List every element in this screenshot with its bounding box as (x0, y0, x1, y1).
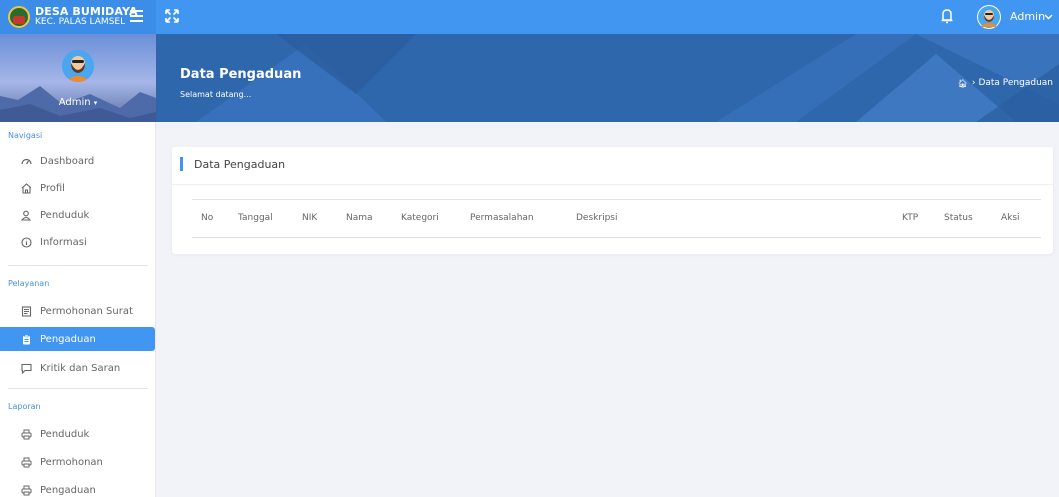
clipboard-icon (20, 333, 32, 345)
caret-down-icon[interactable]: ▾ (94, 99, 98, 107)
brand-subtitle: KEC. PALAS LAMSEL (35, 17, 126, 27)
user-name[interactable]: Admin (1010, 10, 1045, 23)
sidebar-item-label: Pengaduan (40, 484, 96, 496)
sidebar-item-label: Profil (40, 182, 65, 194)
column-header-aksi[interactable]: Aksi (1001, 213, 1020, 223)
sidebar-item-kritik-dan-saran[interactable]: Kritik dan Saran (0, 356, 156, 380)
column-header-no[interactable]: No (201, 213, 213, 223)
sidebar-item-label: Kritik dan Saran (40, 362, 121, 374)
sidebar-divider (8, 388, 148, 389)
print-icon (20, 428, 32, 440)
hamburger-icon[interactable] (130, 10, 143, 22)
sidebar-item-label: Permohonan Surat (40, 305, 133, 317)
bell-icon[interactable] (940, 8, 954, 24)
sidebar-item-pengaduan[interactable]: Pengaduan (0, 327, 155, 351)
dashboard-icon (20, 155, 32, 167)
column-header-kategori[interactable]: Kategori (401, 213, 439, 223)
home-icon (20, 182, 32, 194)
sidebar-item-laporan-permohonan[interactable]: Permohonan (0, 450, 156, 474)
print-icon (20, 456, 32, 468)
sidebar-divider (8, 265, 148, 266)
column-header-status[interactable]: Status (944, 213, 973, 223)
document-icon (20, 305, 32, 317)
column-header-nik[interactable]: NIK (302, 213, 317, 223)
sidebar-item-label: Pengaduan (40, 333, 96, 345)
sidebar-item-label: Penduduk (40, 209, 90, 221)
breadcrumb-current: Data Pengaduan (978, 78, 1053, 88)
sidebar-item-profil[interactable]: Profil (0, 176, 156, 200)
table-border-top (192, 199, 1041, 200)
column-header-nama[interactable]: Nama (346, 213, 373, 223)
column-header-deskripsi[interactable]: Deskripsi (576, 213, 617, 223)
complaints-card: Data Pengaduan No Tanggal NIK Nama Kateg… (172, 147, 1053, 254)
page-subtitle: Selamat datang... (180, 90, 252, 99)
sidebar-item-dashboard[interactable]: Dashboard (0, 149, 156, 173)
expand-icon[interactable] (165, 9, 179, 23)
page-title: Data Pengaduan (180, 67, 302, 82)
breadcrumb: 🏠︎ › Data Pengaduan (958, 78, 1053, 88)
sidebar-item-permohonan-surat[interactable]: Permohonan Surat (0, 299, 156, 323)
sidebar-item-label: Penduduk (40, 428, 90, 440)
section-title-laporan: Laporan (8, 402, 41, 411)
profile-name[interactable]: Admin (59, 97, 91, 108)
sidebar-profile: Admin ▾ (0, 34, 156, 122)
sidebar-item-penduduk[interactable]: Penduduk (0, 203, 156, 227)
section-title-navigasi: Navigasi (8, 131, 43, 140)
print-icon (20, 484, 32, 496)
sidebar-item-informasi[interactable]: Informasi (0, 230, 156, 254)
card-title: Data Pengaduan (194, 158, 286, 171)
page-banner: Data Pengaduan Selamat datang... 🏠︎ › Da… (156, 34, 1059, 122)
column-header-tanggal[interactable]: Tanggal (238, 213, 273, 223)
top-navbar: DESA BUMIDAYA KEC. PALAS LAMSEL Admin (0, 0, 1059, 34)
brand-name: DESA BUMIDAYA (35, 5, 138, 18)
user-avatar[interactable] (977, 5, 1001, 29)
table-border-bottom (192, 237, 1041, 238)
sidebar: Admin ▾ Navigasi Dashboard Profil Pendud… (0, 34, 156, 497)
users-icon (20, 209, 32, 221)
card-accent-bar (180, 157, 183, 171)
section-title-pelayanan: Pelayanan (8, 279, 50, 288)
home-icon[interactable]: 🏠︎ (958, 79, 968, 88)
sidebar-item-label: Dashboard (40, 155, 95, 167)
village-logo (8, 6, 30, 28)
breadcrumb-separator: › (971, 78, 976, 88)
column-header-permasalahan[interactable]: Permasalahan (470, 213, 534, 223)
sidebar-item-label: Permohonan (40, 456, 103, 468)
profile-avatar (62, 50, 94, 82)
column-header-ktp[interactable]: KTP (902, 213, 918, 223)
chevron-down-icon[interactable] (1044, 12, 1053, 21)
sidebar-item-laporan-penduduk[interactable]: Penduduk (0, 422, 156, 446)
card-header: Data Pengaduan (172, 147, 1053, 185)
info-icon (20, 236, 32, 248)
sidebar-item-laporan-pengaduan[interactable]: Pengaduan (0, 478, 156, 497)
chat-icon (20, 362, 32, 374)
sidebar-item-label: Informasi (40, 236, 87, 248)
